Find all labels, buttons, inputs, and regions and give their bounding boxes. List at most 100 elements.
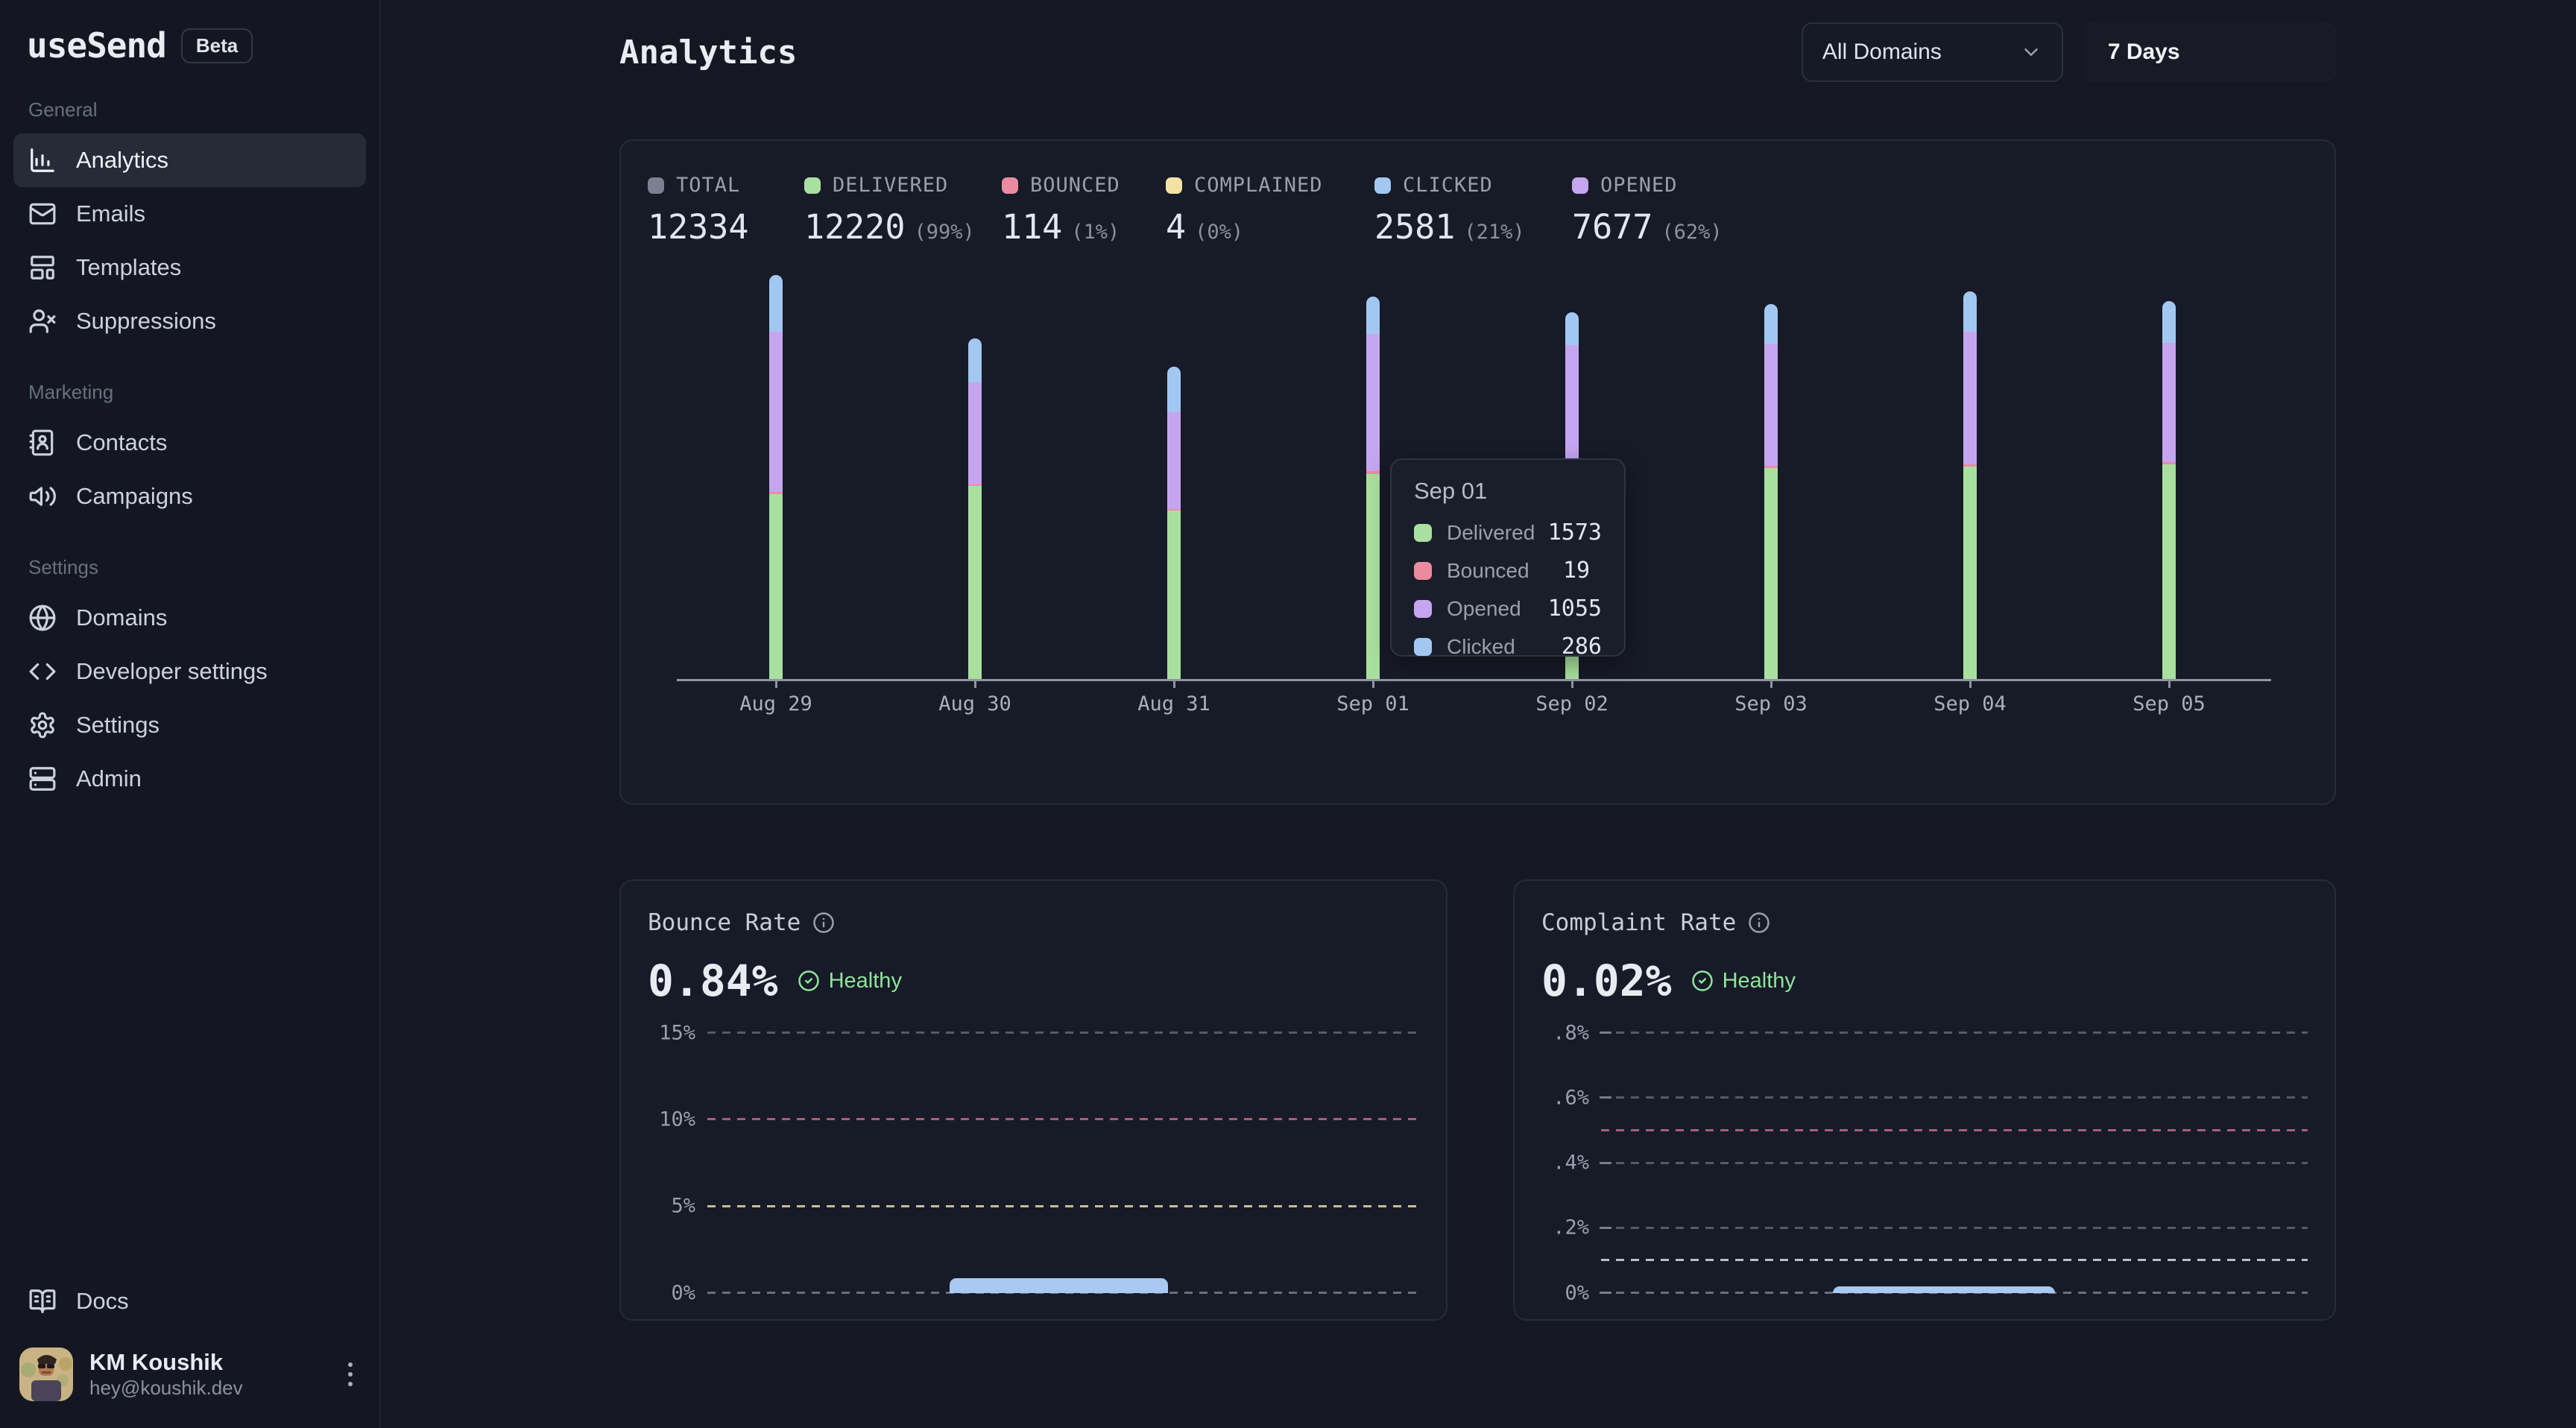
bar-segment-delivered <box>2162 464 2176 679</box>
bounce-rate-grid: 15%10%5%0% <box>707 1031 1419 1294</box>
stat-dot <box>1374 177 1391 194</box>
sidebar-item-emails[interactable]: Emails <box>13 187 366 241</box>
stat-value: 114 <box>1002 207 1062 247</box>
x-axis-tick <box>974 679 976 688</box>
sidebar-item-domains[interactable]: Domains <box>13 591 366 645</box>
stacked-bar-sep-04[interactable] <box>1963 291 1977 679</box>
x-axis-label: Sep 03 <box>1734 692 1808 715</box>
tooltip-swatch <box>1414 638 1432 656</box>
user-profile[interactable]: KM Koushik hey@koushik.dev <box>13 1348 366 1401</box>
rate-bar[interactable] <box>950 1278 1168 1293</box>
bar-segment-opened <box>1764 344 1778 467</box>
sidebar-item-contacts[interactable]: Contacts <box>13 416 366 470</box>
rate-bar[interactable] <box>1833 1286 2055 1293</box>
megaphone-icon <box>28 482 57 511</box>
x-axis-label: Aug 30 <box>938 692 1011 715</box>
sidebar-nav: GeneralAnalyticsEmailsTemplatesSuppressi… <box>13 66 366 806</box>
grid-line <box>1601 1031 2308 1034</box>
main-content: Analytics All Domains 7 Days30 Days TOTA… <box>381 0 2576 1428</box>
stat-bounced: BOUNCED114(1%) <box>1002 174 1166 247</box>
tooltip-swatch <box>1414 600 1432 618</box>
stat-value: 7677 <box>1572 207 1652 247</box>
sidebar-item-analytics[interactable]: Analytics <box>13 133 366 187</box>
bar-segment-clicked <box>1167 367 1181 411</box>
domain-filter-select[interactable]: All Domains <box>1802 22 2063 82</box>
x-axis-tick <box>2168 679 2171 688</box>
bar-segment-clicked <box>1963 291 1977 332</box>
stat-dot <box>1166 177 1182 194</box>
bar-segment-delivered <box>1963 467 1977 679</box>
beta-badge: Beta <box>181 28 253 63</box>
x-axis-label: Sep 01 <box>1336 692 1409 715</box>
stat-percent: (62%) <box>1661 221 1722 244</box>
sidebar-bottom: Docs KM Koushik hey@koush <box>13 1274 366 1401</box>
sidebar-item-label: Domains <box>76 604 167 631</box>
tooltip-label: Delivered <box>1447 521 1548 545</box>
bar-segment-clicked <box>968 338 982 383</box>
complaint-rate-value-row: 0.02% Healthy <box>1541 955 1796 1006</box>
stats-row: TOTAL12334DELIVERED12220(99%)BOUNCED114(… <box>648 174 2312 247</box>
complaint-rate-title: Complaint Rate <box>1541 909 1770 936</box>
stat-label: CLICKED <box>1403 174 1493 197</box>
stacked-bar-sep-03[interactable] <box>1764 304 1778 679</box>
info-icon[interactable] <box>812 912 835 934</box>
sidebar-item-suppressions[interactable]: Suppressions <box>13 294 366 348</box>
tooltip-label: Bounced <box>1447 559 1563 583</box>
complaint-rate-card: Complaint Rate 0.02% Healthy .8%.6%.4%.2… <box>1513 879 2336 1321</box>
stat-total: TOTAL12334 <box>648 174 804 247</box>
stat-value: 4 <box>1166 207 1186 247</box>
bar-segment-delivered <box>968 486 982 679</box>
stat-delivered: DELIVERED12220(99%) <box>804 174 1002 247</box>
complaint-rate-grid: .8%.6%.4%.2%0% <box>1601 1031 2308 1294</box>
x-axis-label: Aug 29 <box>739 692 812 715</box>
stacked-bar-aug-31[interactable] <box>1167 367 1181 679</box>
stacked-bar-sep-01[interactable] <box>1366 297 1380 679</box>
grid-line <box>1601 1096 2308 1099</box>
stat-label: TOTAL <box>676 174 740 197</box>
sidebar-item-docs[interactable]: Docs <box>13 1274 366 1328</box>
range-option-7-days[interactable]: 7 Days <box>2084 22 2336 82</box>
x-axis-label: Aug 31 <box>1137 692 1210 715</box>
y-axis-tick <box>1600 1031 1611 1034</box>
stacked-bar-aug-30[interactable] <box>968 338 982 679</box>
x-axis-label: Sep 04 <box>1933 692 2007 715</box>
complaint-rate-value: 0.02% <box>1541 955 1672 1006</box>
bounce-rate-title-text: Bounce Rate <box>648 909 801 936</box>
stacked-bar-aug-29[interactable] <box>769 275 783 679</box>
profile-menu-icon[interactable] <box>341 1355 360 1394</box>
grid-line <box>707 1205 1419 1207</box>
chevron-down-icon <box>2020 41 2042 63</box>
info-icon[interactable] <box>1748 912 1770 934</box>
sidebar-item-developer-settings[interactable]: Developer settings <box>13 645 366 698</box>
sidebar-item-campaigns[interactable]: Campaigns <box>13 470 366 523</box>
sidebar-item-templates[interactable]: Templates <box>13 241 366 294</box>
y-axis-tick <box>1600 1162 1611 1164</box>
stat-percent: (0%) <box>1195 221 1243 244</box>
stat-complained: COMPLAINED4(0%) <box>1166 174 1374 247</box>
y-axis-tick <box>1600 1292 1611 1294</box>
stat-opened: OPENED7677(62%) <box>1572 174 1723 247</box>
sidebar-item-settings[interactable]: Settings <box>13 698 366 752</box>
stat-dot <box>804 177 821 194</box>
y-axis-label: .8% <box>1553 1021 1601 1044</box>
sidebar-item-label: Contacts <box>76 429 167 456</box>
stat-value: 12220 <box>804 207 905 247</box>
bounce-rate-title: Bounce Rate <box>648 909 835 936</box>
sidebar-item-label: Developer settings <box>76 658 268 685</box>
bar-segment-clicked <box>1366 297 1380 334</box>
y-axis-label: 5% <box>671 1195 707 1218</box>
bar-segment-delivered <box>769 494 783 680</box>
bar-segment-opened <box>1565 345 1579 474</box>
complaint-rate-chart: .8%.6%.4%.2%0% <box>1541 1030 2308 1292</box>
complaint-rate-title-text: Complaint Rate <box>1541 909 1736 936</box>
user-x-icon <box>28 307 57 335</box>
y-axis-label: 0% <box>671 1281 707 1304</box>
sidebar-item-label: Docs <box>76 1288 129 1315</box>
sidebar-item-label: Templates <box>76 254 181 281</box>
bar-segment-opened <box>1366 334 1380 472</box>
tooltip-row-bounced: Bounced19 <box>1414 557 1602 584</box>
sidebar-item-admin[interactable]: Admin <box>13 752 366 806</box>
sidebar-item-label: Analytics <box>76 147 168 174</box>
stacked-bar-sep-05[interactable] <box>2162 301 2176 679</box>
bounce-status-text: Healthy <box>829 969 902 993</box>
